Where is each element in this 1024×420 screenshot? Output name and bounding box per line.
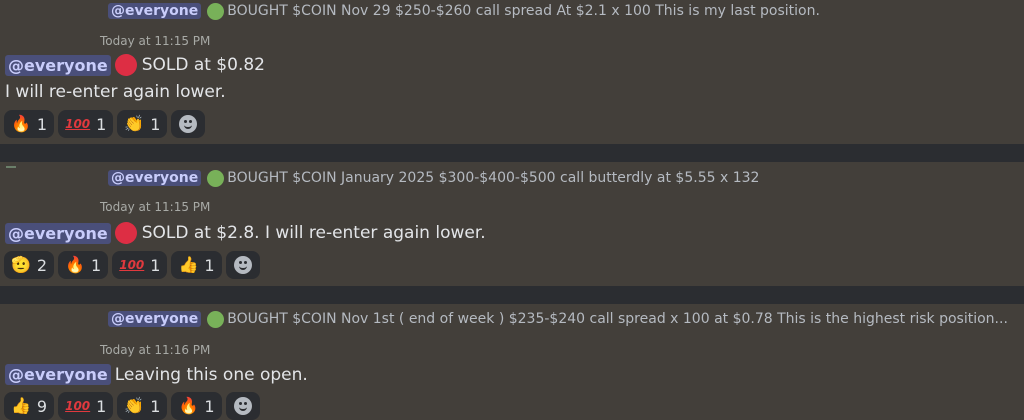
reply-preview[interactable]: @everyone BOUGHT $COIN Nov 29 $250-$260 … (108, 1, 820, 21)
hundred-points-icon: 100 (65, 399, 91, 413)
green-circle-icon (207, 169, 225, 187)
reply-text: BOUGHT $COIN Nov 1st ( end of week ) $23… (227, 311, 1008, 327)
reaction-count: 2 (36, 255, 48, 275)
chat-area: @everyone BOUGHT $COIN Nov 29 $250-$260 … (0, 0, 1024, 420)
add-reaction-icon (179, 115, 198, 133)
red-circle-icon (114, 222, 137, 244)
green-circle-icon (207, 2, 225, 20)
green-circle-icon (207, 310, 225, 328)
fire-icon: 🔥 (11, 114, 31, 133)
message-block: @everyone BOUGHT $COIN January 2025 $300… (0, 162, 1024, 286)
reaction-count: 1 (150, 396, 161, 416)
reaction-bar: 🔥 1 100 1 👏 1 (4, 110, 206, 138)
reaction-hundred[interactable]: 100 1 (58, 110, 114, 138)
reaction-salute[interactable]: 🫡 2 (4, 251, 55, 279)
mention[interactable]: @everyone (5, 364, 111, 385)
reaction-count: 1 (96, 396, 107, 416)
reaction-hundred[interactable]: 100 1 (58, 392, 114, 420)
reply-mention[interactable]: @everyone (108, 170, 202, 186)
message-text-line2: I will re-enter again lower. (5, 82, 226, 102)
mention[interactable]: @everyone (5, 54, 111, 76)
message-content: @everyone SOLD at $2.8. I will re-enter … (5, 222, 486, 244)
reply-preview[interactable]: @everyone BOUGHT $COIN Nov 1st ( end of … (108, 309, 1008, 329)
message-content: @everyone Leaving this one open. (5, 364, 308, 385)
message-block: @everyone BOUGHT $COIN Nov 29 $250-$260 … (0, 0, 1024, 144)
reaction-thumbs-up[interactable]: 👍 9 (4, 392, 55, 420)
fire-icon: 🔥 (178, 396, 199, 415)
reaction-count: 1 (96, 114, 107, 134)
reaction-fire[interactable]: 🔥 1 (171, 392, 222, 420)
reaction-count: 9 (36, 396, 48, 416)
message-text: Leaving this one open. (114, 364, 308, 385)
add-reaction-button[interactable] (171, 110, 206, 138)
reaction-count: 1 (91, 255, 102, 275)
reaction-bar: 🫡 2 🔥 1 100 1 👍 1 (4, 251, 260, 279)
mention[interactable]: @everyone (5, 222, 111, 244)
reaction-bar: 👍 9 100 1 👏 1 🔥 1 (4, 392, 260, 420)
timestamp: Today at 11:15 PM (100, 34, 211, 48)
reaction-count: 1 (204, 396, 215, 416)
add-reaction-button[interactable] (225, 251, 260, 279)
timestamp: Today at 11:16 PM (100, 343, 211, 357)
message-content: @everyone SOLD at $0.82 (5, 54, 265, 76)
reaction-count: 1 (150, 255, 161, 275)
add-reaction-icon (233, 256, 252, 274)
reaction-clap[interactable]: 👏 1 (117, 110, 168, 138)
message-text: SOLD at $0.82 (141, 55, 265, 75)
reaction-fire[interactable]: 🔥 1 (58, 251, 109, 279)
message-divider (0, 144, 1024, 162)
collapsed-avatar (6, 166, 16, 168)
reaction-count: 1 (36, 114, 48, 134)
reaction-clap[interactable]: 👏 1 (117, 392, 168, 420)
fire-icon: 🔥 (65, 255, 86, 274)
message-text: SOLD at $2.8. I will re-enter again lowe… (141, 223, 486, 243)
message-divider (0, 286, 1024, 304)
hundred-points-icon: 100 (119, 258, 145, 272)
reply-text: BOUGHT $COIN January 2025 $300-$400-$500… (227, 170, 760, 186)
reaction-hundred[interactable]: 100 1 (112, 251, 168, 279)
reply-text: BOUGHT $COIN Nov 29 $250-$260 call sprea… (227, 3, 820, 19)
thumbs-up-icon: 👍 (11, 396, 31, 415)
timestamp: Today at 11:15 PM (100, 200, 211, 214)
reply-mention[interactable]: @everyone (108, 311, 202, 327)
clapping-hands-icon: 👏 (124, 114, 145, 133)
reaction-fire[interactable]: 🔥 1 (4, 110, 55, 138)
saluting-face-icon: 🫡 (11, 255, 31, 274)
reaction-count: 1 (150, 114, 161, 134)
hundred-points-icon: 100 (65, 117, 91, 131)
message-block: @everyone BOUGHT $COIN Nov 1st ( end of … (0, 304, 1024, 420)
red-circle-icon (114, 54, 137, 76)
reaction-count: 1 (204, 255, 215, 275)
add-reaction-button[interactable] (225, 392, 260, 420)
thumbs-up-icon: 👍 (178, 255, 199, 274)
reply-mention[interactable]: @everyone (108, 3, 202, 19)
add-reaction-icon (233, 397, 252, 415)
clapping-hands-icon: 👏 (124, 396, 145, 415)
reply-preview[interactable]: @everyone BOUGHT $COIN January 2025 $300… (108, 168, 759, 188)
reaction-thumbs-up[interactable]: 👍 1 (171, 251, 222, 279)
